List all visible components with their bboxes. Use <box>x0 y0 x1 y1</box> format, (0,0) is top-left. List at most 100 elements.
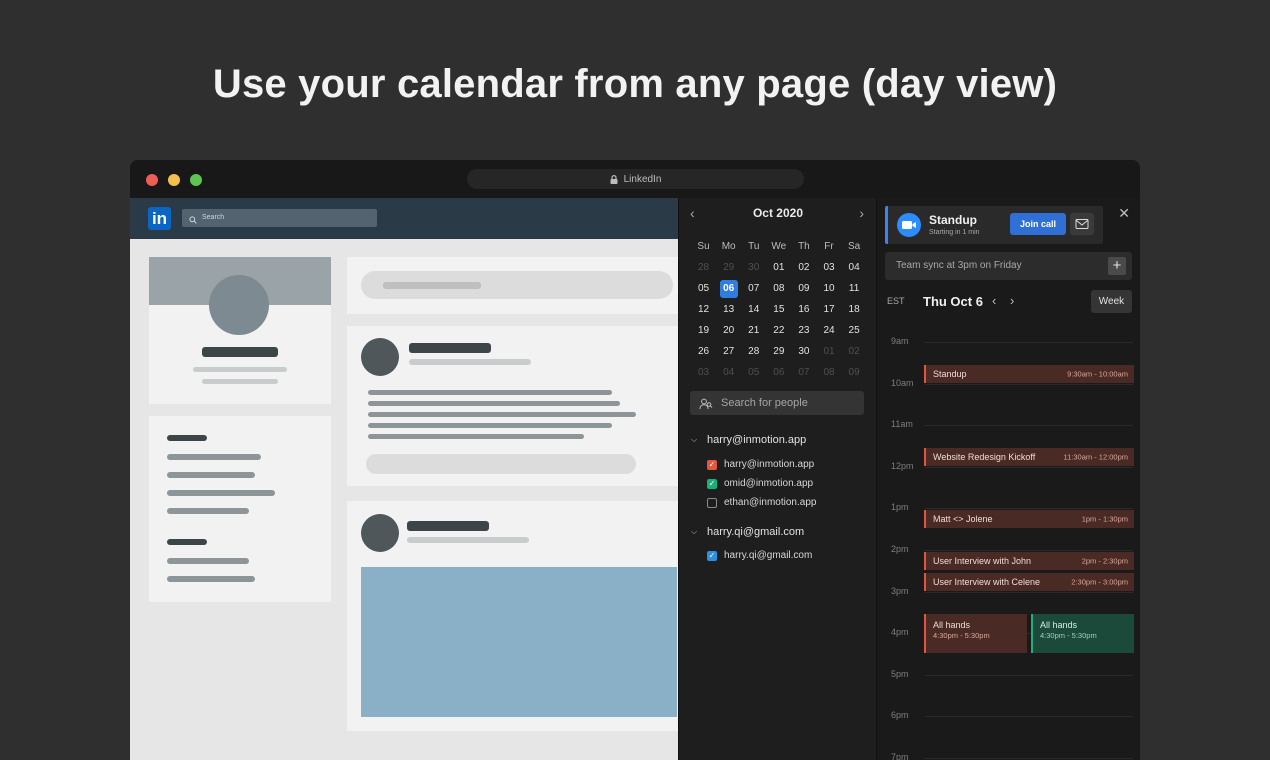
day-cell[interactable]: 07 <box>791 362 816 383</box>
day-cell[interactable]: 28 <box>741 341 766 362</box>
hour-label: 5pm <box>891 668 909 679</box>
day-cell[interactable]: 21 <box>741 320 766 341</box>
day-number: 01 <box>773 262 785 273</box>
calendar-event[interactable]: User Interview with Celene 2:30pm - 3:00p… <box>924 572 1134 591</box>
day-cell[interactable]: 01 <box>766 257 791 278</box>
calendar-event[interactable]: Website Redesign Kickoff 11:30am - 12:00p… <box>924 448 1134 466</box>
weekday-label: Su <box>697 241 710 252</box>
linkedin-search-placeholder: Search <box>202 214 225 221</box>
post-action-bar[interactable] <box>366 454 636 474</box>
placeholder-bar <box>383 282 481 289</box>
close-icon[interactable]: ✕ <box>1118 205 1130 222</box>
day-cell[interactable]: 25 <box>842 320 867 341</box>
week-view-button[interactable]: Week <box>1091 290 1132 313</box>
day-cell[interactable]: 13 <box>716 299 741 320</box>
hour-label: 1pm <box>891 502 909 513</box>
day-cell[interactable]: 14 <box>741 299 766 320</box>
day-cell[interactable]: 02 <box>842 341 867 362</box>
day-cell[interactable]: 18 <box>842 299 867 320</box>
account-toggle[interactable]: ⌵ harry@inmotion.app <box>691 434 806 446</box>
calendar-item[interactable]: ✓ harry@inmotion.app <box>707 459 814 470</box>
day-cell[interactable]: 07 <box>741 278 766 299</box>
calendar-event[interactable]: Standup 9:30am - 10:00am <box>924 364 1134 383</box>
quick-add-input[interactable]: Team sync at 3pm on Friday + <box>885 252 1132 280</box>
day-cell[interactable]: 10 <box>816 278 841 299</box>
people-search-input[interactable]: Search for people <box>690 391 864 415</box>
day-number: 11 <box>848 283 860 294</box>
calendar-event[interactable]: All hands 4:30pm - 5:30pm <box>1031 614 1134 653</box>
hour-gridline <box>925 342 1133 343</box>
join-call-button[interactable]: Join call <box>1010 213 1066 235</box>
calendar-item[interactable]: ethan@inmotion.app <box>707 497 816 508</box>
linkedin-search-input[interactable]: Search <box>182 209 377 227</box>
day-cell[interactable]: 28 <box>691 257 716 278</box>
day-cell[interactable]: 09 <box>791 278 816 299</box>
maximize-window-button[interactable] <box>190 174 202 186</box>
day-cell[interactable]: 05 <box>741 362 766 383</box>
address-bar[interactable]: LinkedIn <box>467 169 804 189</box>
day-cell[interactable]: 11 <box>842 278 867 299</box>
day-cell[interactable]: 02 <box>791 257 816 278</box>
linkedin-logo[interactable]: in <box>148 207 171 230</box>
account-toggle[interactable]: ⌵ harry.qi@gmail.com <box>691 526 804 538</box>
day-cell[interactable]: 30 <box>791 341 816 362</box>
next-day-icon[interactable]: › <box>1010 293 1014 308</box>
day-number: 18 <box>848 304 860 315</box>
calendar-sidebar: ‹ Oct 2020 › Su Mo Tu We Th Fr Sa 28 29 30 01 02 03… <box>678 198 876 760</box>
day-cell[interactable]: 19 <box>691 320 716 341</box>
weekday-label: Tu <box>748 241 760 252</box>
close-window-button[interactable] <box>146 174 158 186</box>
account-name: harry.qi@gmail.com <box>707 526 805 538</box>
day-cell[interactable]: 12 <box>691 299 716 320</box>
day-cell[interactable]: 30 <box>741 257 766 278</box>
prev-day-icon[interactable]: ‹ <box>992 293 996 308</box>
add-event-button[interactable]: + <box>1108 257 1126 275</box>
people-search-placeholder: Search for people <box>721 397 808 409</box>
day-cell[interactable]: 09 <box>842 362 867 383</box>
next-month-icon[interactable]: › <box>859 204 864 222</box>
people-icon <box>699 396 713 420</box>
day-cell[interactable]: 29 <box>766 341 791 362</box>
calendar-event[interactable]: User Interview with John 2pm - 2:30pm <box>924 552 1134 570</box>
chevron-down-icon: ⌵ <box>691 435 698 444</box>
checkbox-checked-icon[interactable]: ✓ <box>707 459 717 470</box>
day-cell[interactable]: 22 <box>766 320 791 341</box>
email-button[interactable] <box>1070 213 1094 235</box>
calendar-item[interactable]: ✓ omid@inmotion.app <box>707 478 813 489</box>
day-cell[interactable]: 04 <box>716 362 741 383</box>
day-number: 04 <box>848 262 860 273</box>
day-cell[interactable]: 29 <box>716 257 741 278</box>
day-cell[interactable]: 27 <box>716 341 741 362</box>
day-cell[interactable]: 23 <box>791 320 816 341</box>
minimize-window-button[interactable] <box>168 174 180 186</box>
checkbox-checked-icon[interactable]: ✓ <box>707 478 717 489</box>
day-cell[interactable]: 05 <box>691 278 716 299</box>
day-number: 06 <box>719 280 738 298</box>
calendar-item[interactable]: ✓ harry.qi@gmail.com <box>707 550 812 561</box>
day-cell[interactable]: 20 <box>716 320 741 341</box>
day-cell[interactable]: 03 <box>816 257 841 278</box>
video-camera-icon <box>897 213 921 237</box>
day-cell[interactable]: 03 <box>691 362 716 383</box>
hour-gridline <box>925 425 1133 427</box>
day-cell[interactable]: 04 <box>842 257 867 278</box>
day-cell[interactable]: 15 <box>766 299 791 320</box>
day-cell[interactable]: 16 <box>791 299 816 320</box>
post-card <box>347 326 678 486</box>
day-cell[interactable]: 17 <box>816 299 841 320</box>
day-cell[interactable]: 08 <box>816 362 841 383</box>
day-cell[interactable]: 08 <box>766 278 791 299</box>
day-cell[interactable]: 26 <box>691 341 716 362</box>
placeholder-bar <box>368 434 584 439</box>
selected-day-cell[interactable]: 06 <box>716 278 741 299</box>
calendar-event[interactable]: Matt <> Jolene 1pm - 1:30pm <box>924 510 1134 529</box>
checkbox-unchecked-icon[interactable] <box>707 497 717 508</box>
day-cell[interactable]: 01 <box>816 341 841 362</box>
calendar-event[interactable]: All hands 4:30pm - 5:30pm <box>924 614 1027 653</box>
checkbox-checked-icon[interactable]: ✓ <box>707 550 717 561</box>
day-cell[interactable]: 24 <box>816 320 841 341</box>
day-number: 21 <box>748 325 760 336</box>
day-cell[interactable]: 06 <box>766 362 791 383</box>
hour-gridline <box>925 716 1133 718</box>
month-label: Oct 2020 <box>752 206 804 220</box>
